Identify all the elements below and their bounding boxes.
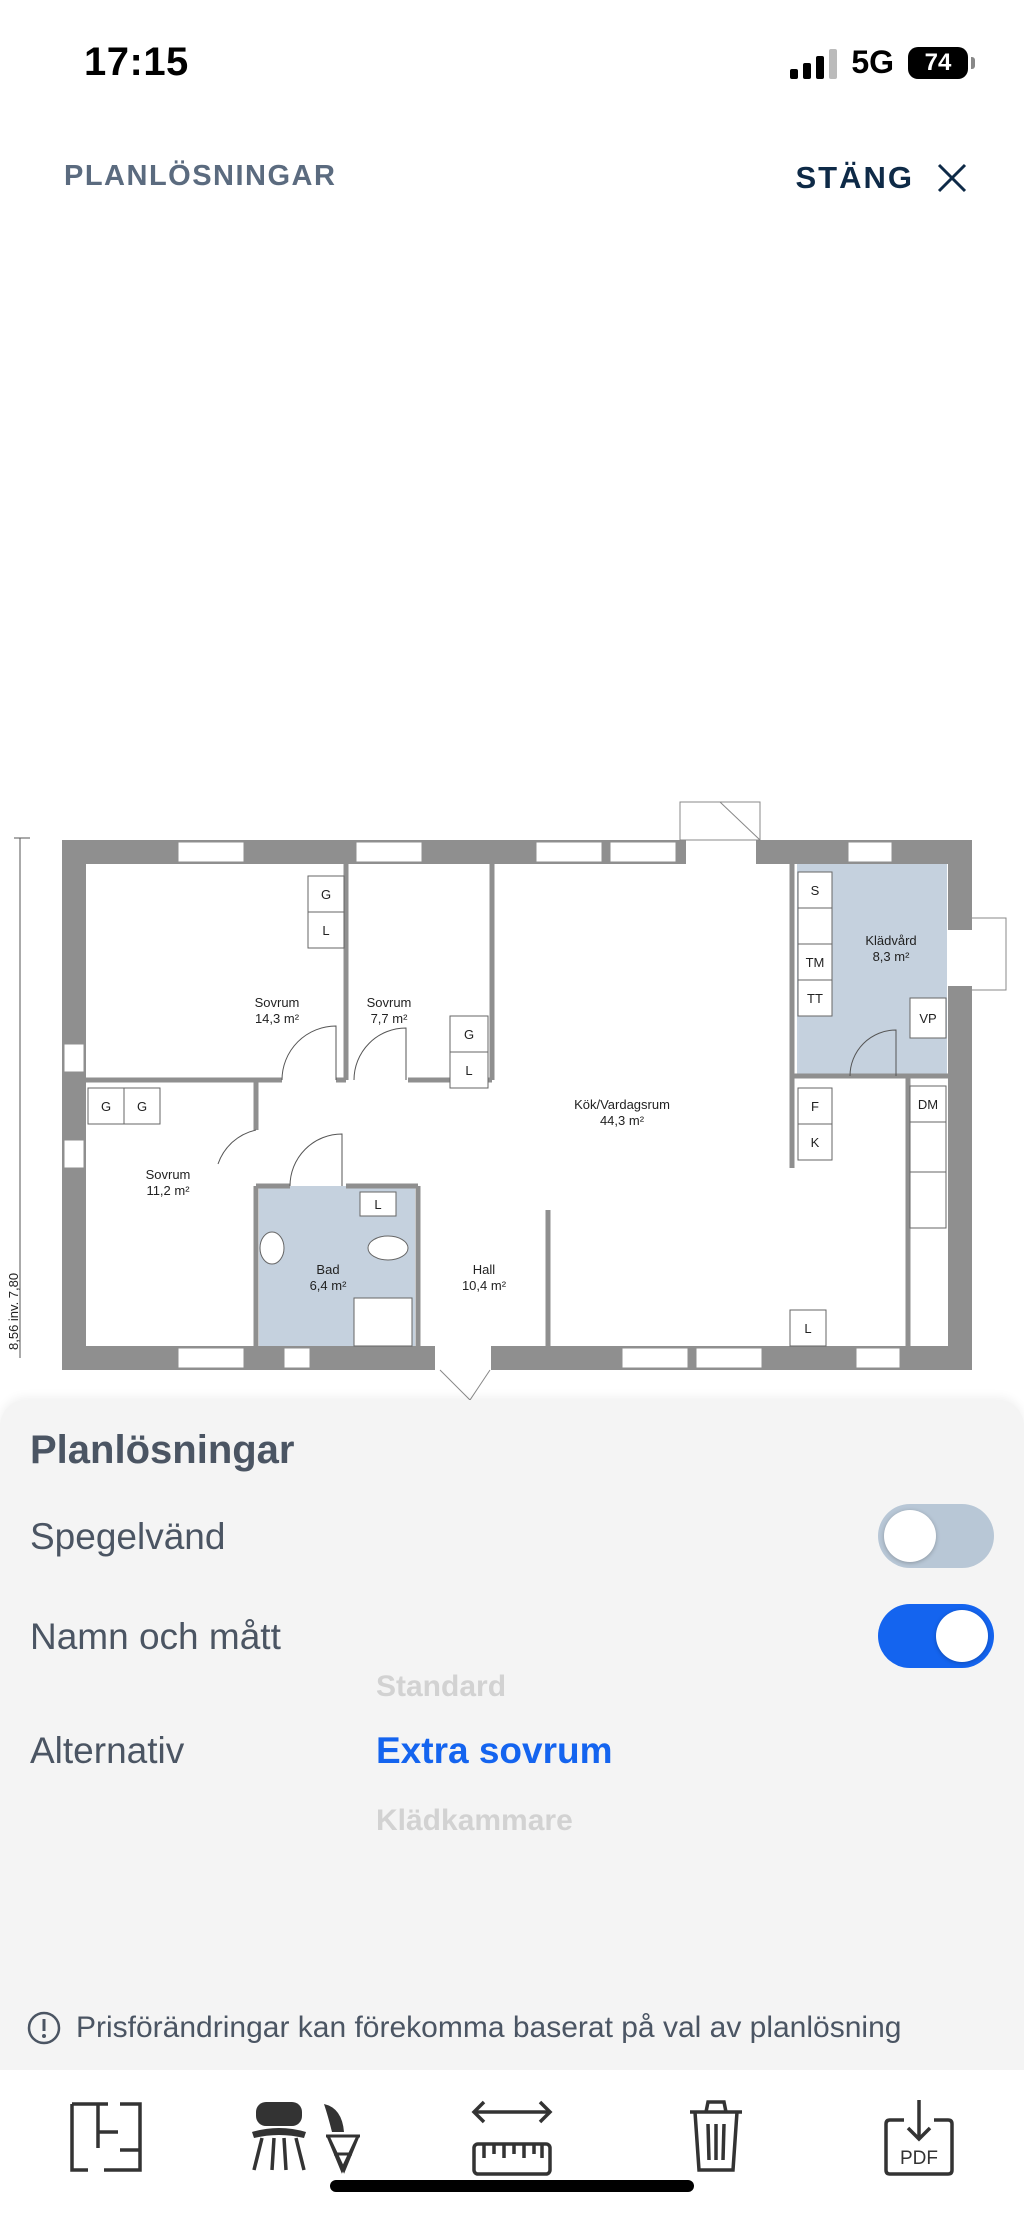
pdf-download-icon: PDF <box>884 2100 954 2176</box>
home-indicator <box>330 2180 694 2192</box>
floorplan-view[interactable]: 8,56 inv. 7,80 G L G L G G S TM TT VP F … <box>0 790 1024 1410</box>
fixture-label: VP <box>919 1011 936 1026</box>
status-indicators: 5G 74 <box>790 44 975 81</box>
fixture-label: G <box>137 1099 147 1114</box>
mirror-label: Spegelvänd <box>30 1516 226 1557</box>
bottom-toolbar: PDF <box>0 2070 1024 2216</box>
fixture-label: G <box>464 1027 474 1042</box>
delete-button[interactable] <box>686 2098 746 2179</box>
room-area: 10,4 m² <box>462 1278 507 1293</box>
pdf-label: PDF <box>900 2148 938 2169</box>
room-area: 14,3 m² <box>255 1011 300 1026</box>
fixture-label: L <box>465 1063 472 1078</box>
room-name: Kök/Vardagsrum <box>574 1097 670 1112</box>
room-area: 7,7 m² <box>371 1011 409 1026</box>
room-area: 6,4 m² <box>310 1278 348 1293</box>
close-label: STÄNG <box>795 160 914 195</box>
fixture-label: DM <box>918 1097 938 1112</box>
network-label: 5G <box>851 44 894 80</box>
room-name: Sovrum <box>255 995 300 1010</box>
info-text: Prisförändringar kan förekomma baserat p… <box>76 2011 902 2044</box>
room-area: 8,3 m² <box>873 949 911 964</box>
fixture-label: G <box>321 887 331 902</box>
info-notice: Prisförändringar kan förekomma baserat p… <box>26 2010 901 2046</box>
picker-option-standard[interactable]: Standard <box>376 1670 506 1704</box>
room-area: 44,3 m² <box>600 1113 645 1128</box>
room-area: 11,2 m² <box>146 1183 190 1198</box>
measure-tool-button[interactable] <box>470 2098 554 2187</box>
fixture-label: S <box>811 883 820 898</box>
furniture-icon <box>252 2102 360 2174</box>
floorplan-drawing: 8,56 inv. 7,80 G L G L G G S TM TT VP F … <box>6 801 1007 1401</box>
status-time: 17:15 <box>84 40 189 84</box>
room-name: Sovrum <box>146 1167 191 1182</box>
toggle-knob <box>936 1610 988 1662</box>
floorplan-icon <box>70 2102 142 2172</box>
room-name: Hall <box>473 1262 496 1277</box>
names-toggle[interactable] <box>878 1604 994 1668</box>
fixture-label: G <box>101 1099 111 1114</box>
fixture-label: L <box>374 1197 381 1212</box>
furniture-tool-button[interactable] <box>248 2098 368 2179</box>
fixture-label: K <box>811 1135 820 1150</box>
info-icon <box>27 2011 61 2045</box>
picker-option-kladkammare[interactable]: Klädkammare <box>376 1804 573 1838</box>
alternative-label: Alternativ <box>30 1730 185 1771</box>
fixture-label: F <box>811 1099 819 1114</box>
room-name: Klädvård <box>865 933 916 948</box>
fixture-label: TM <box>806 955 825 970</box>
toggle-knob <box>884 1510 936 1562</box>
trash-icon <box>690 2100 742 2172</box>
names-label: Namn och mått <box>30 1616 281 1657</box>
fixture-label: L <box>804 1321 811 1336</box>
fixture-label: TT <box>807 991 823 1006</box>
ruler-icon <box>471 2100 553 2176</box>
room-name: Sovrum <box>367 995 412 1010</box>
dimension-label: 8,56 inv. 7,80 <box>6 1273 21 1350</box>
signal-icon <box>790 47 838 79</box>
sheet-title: Planlösningar <box>30 1428 295 1472</box>
close-icon <box>937 163 967 193</box>
close-button[interactable]: STÄNG <box>796 160 969 196</box>
floorplan-tool-button[interactable] <box>68 2098 144 2179</box>
fixture-label: L <box>322 923 329 938</box>
pdf-download-button[interactable]: PDF <box>884 2098 954 2183</box>
battery-icon: 74 <box>908 46 975 79</box>
battery-level: 74 <box>924 48 952 76</box>
status-bar: 17:15 5G 74 <box>0 0 1024 120</box>
room-name: Bad <box>316 1262 339 1277</box>
page-title: PLANLÖSNINGAR <box>64 160 337 192</box>
mirror-toggle[interactable] <box>878 1504 994 1568</box>
picker-option-selected[interactable]: Extra sovrum <box>376 1730 613 1772</box>
